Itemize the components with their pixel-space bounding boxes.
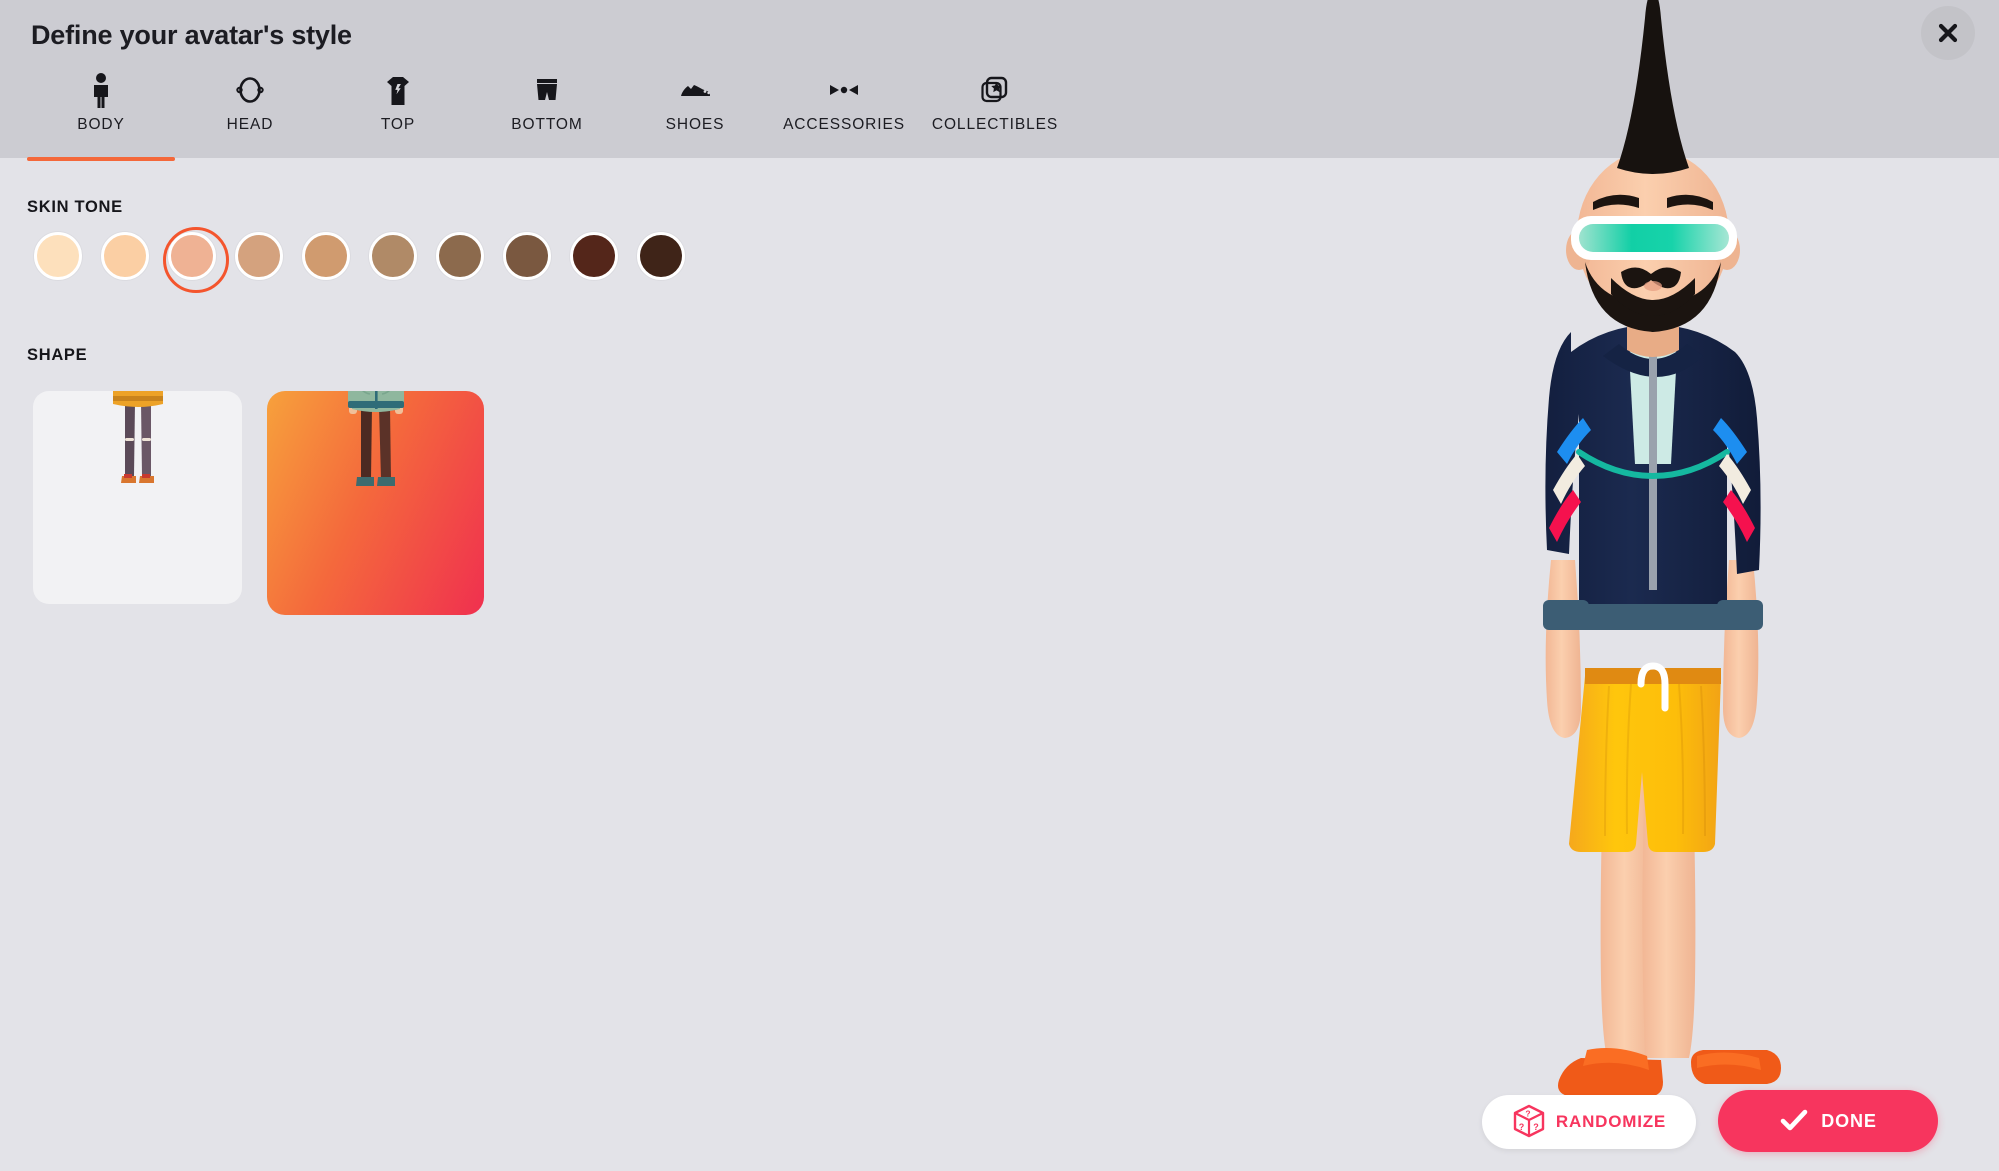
svg-text:?: ? <box>1525 1108 1530 1118</box>
bowtie-icon <box>826 71 862 111</box>
skin-tone-swatch-10[interactable] <box>637 232 685 280</box>
done-button[interactable]: DONE <box>1718 1090 1938 1152</box>
skin-tone-swatch-8[interactable] <box>503 232 551 280</box>
page-title: Define your avatar's style <box>31 20 352 50</box>
tab-underline <box>925 157 1065 161</box>
randomize-button[interactable]: ? ? ? RANDOMIZE <box>1482 1095 1696 1149</box>
sneaker-icon <box>676 71 714 111</box>
skin-tone-swatch-4[interactable] <box>235 232 283 280</box>
skin-tone-swatch-2[interactable] <box>101 232 149 280</box>
tab-top[interactable]: TOP <box>352 62 444 134</box>
tab-top-label: TOP <box>380 116 416 133</box>
close-icon[interactable] <box>1921 6 1975 60</box>
category-tabbar: BODY HEAD TOP BOTTOM SHOES ACCESSORIES C… <box>0 62 1999 161</box>
tab-underline <box>770 157 918 161</box>
content-background <box>0 158 1999 1171</box>
shorts-icon <box>531 71 563 111</box>
shape-option-masculine[interactable] <box>267 391 484 615</box>
skin-tone-swatch-5[interactable] <box>302 232 350 280</box>
done-button-label: DONE <box>1821 1110 1877 1131</box>
skin-tone-swatch-1[interactable] <box>34 232 82 280</box>
tab-accessories-label: ACCESSORIES <box>783 116 905 133</box>
tab-collectibles[interactable]: COLLECTIBLES <box>925 62 1065 134</box>
tab-underline <box>352 157 444 161</box>
tab-active-underline <box>27 157 175 161</box>
tab-head-label: HEAD <box>226 116 274 133</box>
skin-tone-swatch-7[interactable] <box>436 232 484 280</box>
tab-underline <box>640 157 750 161</box>
check-icon <box>1779 1107 1809 1136</box>
tab-shoes[interactable]: SHOES <box>640 62 750 134</box>
tab-underline <box>480 157 614 161</box>
skin-tone-swatch-3[interactable] <box>163 227 229 293</box>
svg-text:?: ? <box>1533 1122 1539 1132</box>
star-cards-icon <box>979 71 1011 111</box>
skin-tone-swatch-row <box>34 227 685 293</box>
tab-head[interactable]: HEAD <box>196 62 304 134</box>
shape-label: SHAPE <box>27 346 88 364</box>
randomize-button-label: RANDOMIZE <box>1555 1112 1667 1131</box>
tab-accessories[interactable]: ACCESSORIES <box>770 62 918 134</box>
shape-option-feminine[interactable] <box>33 391 242 604</box>
shape-option-row <box>33 391 484 615</box>
tab-body-label: BODY <box>77 116 125 133</box>
dice-question-icon: ? ? ? <box>1512 1103 1546 1142</box>
tab-underline <box>196 157 304 161</box>
tab-bottom[interactable]: BOTTOM <box>480 62 614 134</box>
skin-tone-swatch-9[interactable] <box>570 232 618 280</box>
tab-collectibles-label: COLLECTIBLES <box>931 116 1059 133</box>
avatar-thumbnail-feminine <box>112 391 163 483</box>
person-icon <box>88 71 114 111</box>
tab-body[interactable]: BODY <box>27 62 175 161</box>
skin-tone-label: SKIN TONE <box>27 198 123 216</box>
head-icon <box>235 71 265 111</box>
tshirt-icon <box>383 71 413 111</box>
tab-bottom-label: BOTTOM <box>511 116 583 133</box>
tab-shoes-label: SHOES <box>665 116 725 133</box>
skin-tone-swatch-6[interactable] <box>369 232 417 280</box>
svg-text:?: ? <box>1519 1122 1525 1132</box>
